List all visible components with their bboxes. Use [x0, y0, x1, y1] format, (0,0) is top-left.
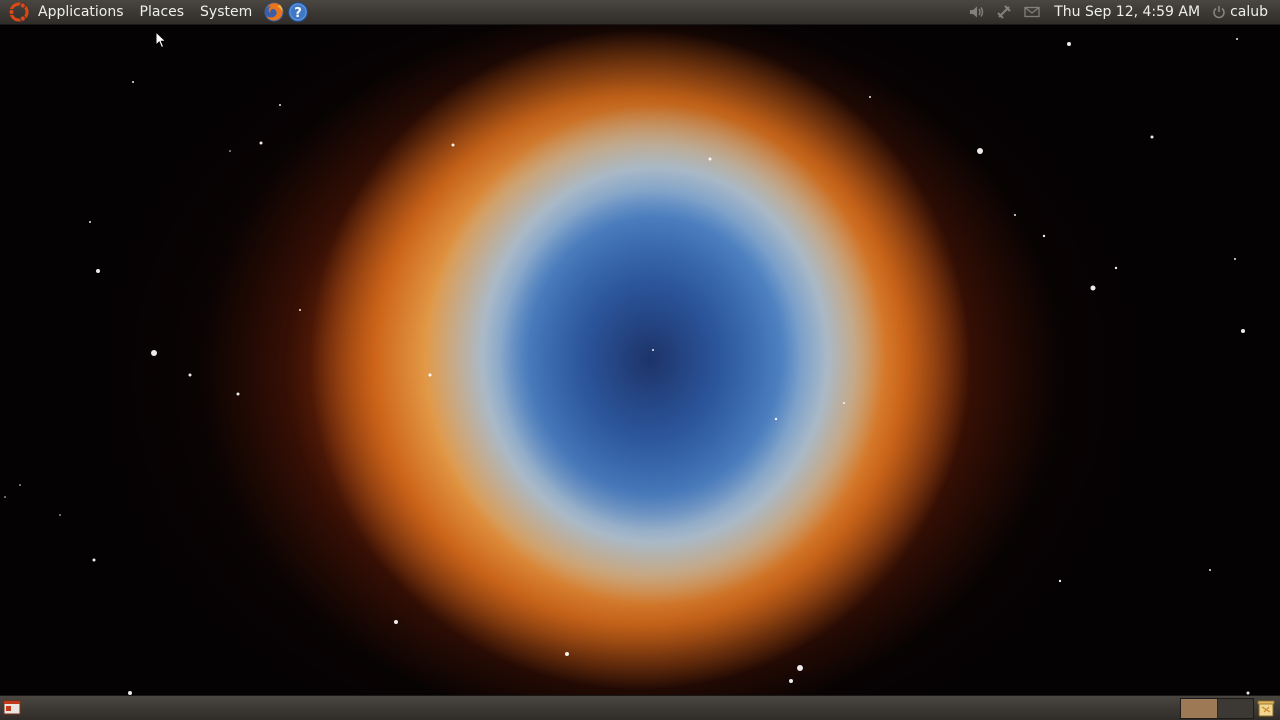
user-name: calub: [1230, 4, 1268, 20]
star: [1209, 569, 1211, 571]
star: [1058, 579, 1062, 583]
star: [789, 679, 793, 683]
star: [774, 417, 778, 421]
mail-icon[interactable]: [1023, 3, 1041, 21]
star: [59, 514, 61, 516]
star: [869, 96, 871, 98]
star: [843, 402, 845, 404]
trash-icon[interactable]: [1256, 698, 1276, 718]
workspace-1[interactable]: [1181, 699, 1217, 718]
star: [96, 269, 100, 273]
desktop-screen: Applications Places System ? Thu Sep 12,…: [0, 0, 1280, 720]
firefox-icon[interactable]: [263, 1, 285, 23]
svg-text:?: ?: [294, 6, 302, 21]
star: [652, 349, 654, 351]
ubuntu-logo-icon[interactable]: [8, 1, 30, 23]
power-icon: [1213, 6, 1225, 19]
star: [1236, 38, 1238, 40]
volume-icon[interactable]: [967, 3, 985, 21]
star: [708, 157, 712, 161]
star: [1090, 285, 1096, 291]
star: [132, 81, 134, 83]
bottom-panel: [0, 695, 1280, 720]
star: [451, 143, 455, 147]
star: [1114, 266, 1118, 270]
workspace-switcher: [1180, 698, 1254, 719]
places-menu[interactable]: Places: [132, 0, 193, 25]
star: [236, 392, 240, 396]
star: [565, 652, 569, 656]
star: [259, 141, 263, 145]
workspace-2[interactable]: [1216, 699, 1253, 718]
top-panel: Applications Places System ? Thu Sep 12,…: [0, 0, 1280, 25]
star: [1014, 214, 1016, 216]
clock[interactable]: Thu Sep 12, 4:59 AM: [1046, 0, 1210, 24]
star: [428, 373, 432, 377]
star: [19, 484, 21, 486]
star: [89, 221, 91, 223]
system-menu[interactable]: System: [192, 0, 260, 25]
wallpaper-stars: [4, 38, 1250, 695]
star: [151, 350, 157, 356]
star: [188, 373, 192, 377]
star: [1067, 42, 1071, 46]
star: [1042, 234, 1046, 238]
star: [394, 620, 398, 624]
star: [92, 558, 96, 562]
star: [299, 309, 301, 311]
star: [977, 148, 983, 154]
applications-menu[interactable]: Applications: [30, 0, 132, 25]
mouse-pointer-icon: [155, 31, 167, 49]
star: [1241, 329, 1245, 333]
panel-launchers: ?: [262, 1, 310, 23]
star: [1150, 135, 1154, 139]
user-switcher-menu[interactable]: calub: [1210, 4, 1280, 20]
star: [1234, 258, 1236, 260]
network-icon[interactable]: [995, 3, 1013, 21]
help-icon[interactable]: ?: [287, 1, 309, 23]
star: [279, 104, 281, 106]
star: [229, 150, 231, 152]
show-desktop-icon[interactable]: [3, 700, 21, 716]
desktop-wallpaper[interactable]: [0, 25, 1280, 695]
notification-area: Thu Sep 12, 4:59 AM calub: [962, 0, 1280, 25]
star: [797, 665, 803, 671]
star: [4, 496, 6, 498]
